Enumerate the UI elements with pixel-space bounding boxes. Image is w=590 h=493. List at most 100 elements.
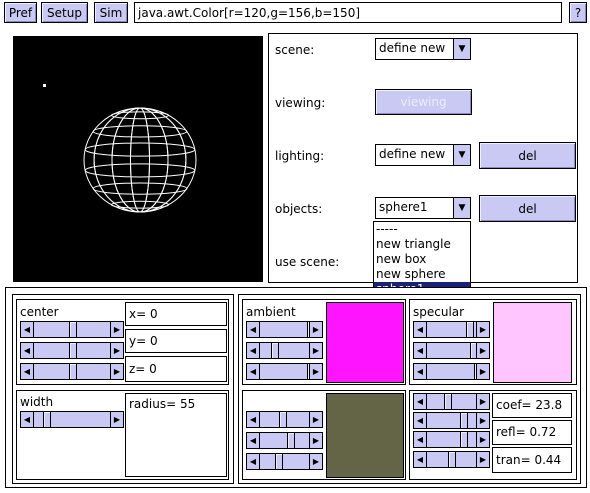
arrow-right-icon[interactable]: ▶ (309, 454, 322, 469)
arrow-right-icon[interactable]: ▶ (110, 343, 123, 358)
light-marker (43, 84, 46, 87)
arrow-left-icon[interactable]: ◀ (414, 413, 427, 428)
pref-button[interactable]: Pref (4, 2, 37, 23)
arrow-right-icon[interactable]: ▶ (476, 343, 489, 358)
scene-label: scene: (275, 43, 315, 57)
arrow-left-icon[interactable]: ◀ (21, 322, 34, 337)
dropdown-option[interactable]: ----- (374, 222, 470, 237)
tran-slider[interactable]: ◀ ▶ (413, 451, 490, 468)
arrow-left-icon[interactable]: ◀ (21, 364, 34, 379)
ambient-g-slider[interactable]: ◀ ▶ (246, 342, 323, 359)
arrow-right-icon[interactable]: ▶ (309, 343, 322, 358)
specular-color-swatch (493, 302, 572, 383)
arrow-right-icon[interactable]: ▶ (476, 413, 489, 428)
slider-thumb[interactable] (43, 412, 51, 427)
slider-thumb[interactable] (69, 343, 77, 358)
viewing-button[interactable]: viewing (375, 89, 472, 115)
arrow-left-icon[interactable]: ◀ (414, 432, 427, 447)
arrow-left-icon[interactable]: ◀ (247, 364, 260, 379)
ambient-cell: ambient ◀ ▶ ◀ ▶ ◀ ▶ (242, 299, 406, 385)
arrow-right-icon[interactable]: ▶ (476, 364, 489, 379)
arrow-right-icon[interactable]: ▶ (110, 412, 123, 427)
slider-thumb[interactable] (279, 412, 287, 427)
scene-select[interactable]: define new ▼ (375, 38, 471, 60)
slider-thumb[interactable] (69, 322, 77, 337)
render-viewport[interactable] (13, 36, 263, 282)
arrow-left-icon[interactable]: ◀ (414, 394, 427, 409)
chevron-down-icon[interactable]: ▼ (453, 145, 470, 165)
ambient-b-slider[interactable]: ◀ ▶ (246, 363, 323, 380)
arrow-left-icon[interactable]: ◀ (247, 454, 260, 469)
status-field[interactable]: java.awt.Color[r=120,g=156,b=150] (134, 2, 562, 23)
center-z-slider[interactable]: ◀ ▶ (20, 363, 124, 380)
dropdown-option[interactable]: new triangle (374, 237, 470, 252)
arrow-right-icon[interactable]: ▶ (476, 394, 489, 409)
sim-button[interactable]: Sim (94, 2, 128, 23)
arrow-right-icon[interactable]: ▶ (309, 364, 322, 379)
lighting-delete-button[interactable]: del (479, 142, 576, 169)
arrow-left-icon[interactable]: ◀ (414, 343, 427, 358)
y-value: y= 0 (125, 329, 227, 353)
coef-value: coef= 23.8 (492, 393, 572, 418)
help-button[interactable]: ? (569, 2, 587, 23)
arrow-left-icon[interactable]: ◀ (21, 412, 34, 427)
arrow-right-icon[interactable]: ▶ (110, 322, 123, 337)
slider-thumb[interactable] (466, 322, 474, 337)
slider-thumb[interactable] (271, 343, 279, 358)
ambient-color-swatch (326, 302, 404, 383)
x-value: x= 0 (125, 302, 227, 326)
slider-thumb[interactable] (444, 394, 452, 409)
viewing-label: viewing: (275, 96, 326, 110)
specular-r-slider[interactable]: ◀ ▶ (413, 321, 490, 338)
arrow-right-icon[interactable]: ▶ (476, 452, 489, 467)
diffuse-color-swatch (326, 393, 404, 478)
slider-thumb[interactable] (460, 432, 468, 447)
arrow-right-icon[interactable]: ▶ (110, 364, 123, 379)
arrow-left-icon[interactable]: ◀ (414, 322, 427, 337)
lighting-select[interactable]: define new ▼ (375, 144, 471, 166)
setup-button[interactable]: Setup (41, 2, 88, 23)
dropdown-option[interactable]: new sphere (374, 267, 470, 282)
refl-slider[interactable]: ◀ ▶ (413, 431, 490, 448)
center-x-slider[interactable]: ◀ ▶ (20, 321, 124, 338)
chevron-down-icon[interactable]: ▼ (453, 39, 470, 59)
diffuse-r-slider[interactable]: ◀ ▶ (246, 411, 323, 428)
arrow-left-icon[interactable]: ◀ (247, 322, 260, 337)
slider-thumb[interactable] (448, 452, 456, 467)
arrow-left-icon[interactable]: ◀ (247, 433, 260, 448)
arrow-left-icon[interactable]: ◀ (414, 364, 427, 379)
arrow-right-icon[interactable]: ▶ (476, 322, 489, 337)
diffuse-g-slider[interactable]: ◀ ▶ (246, 432, 323, 449)
center-y-slider[interactable]: ◀ ▶ (20, 342, 124, 359)
arrow-left-icon[interactable]: ◀ (414, 452, 427, 467)
width-label: width (20, 395, 54, 409)
use-scene-label: use scene: (275, 255, 340, 269)
slider-thumb[interactable] (275, 454, 283, 469)
arrow-right-icon[interactable]: ▶ (476, 432, 489, 447)
dropdown-option[interactable]: new box (374, 252, 470, 267)
diffuse-b-slider[interactable]: ◀ ▶ (246, 453, 323, 470)
refl-value: refl= 0.72 (492, 420, 572, 445)
specular-b-slider[interactable]: ◀ ▶ (413, 363, 490, 380)
chevron-down-icon[interactable]: ▼ (453, 198, 470, 218)
z-value: z= 0 (125, 356, 227, 382)
arrow-right-icon[interactable]: ▶ (309, 433, 322, 448)
arrow-right-icon[interactable]: ▶ (309, 322, 322, 337)
slider-thumb[interactable] (460, 413, 468, 428)
slider-thumb[interactable] (69, 364, 77, 379)
arrow-left-icon[interactable]: ◀ (247, 412, 260, 427)
arrow-left-icon[interactable]: ◀ (21, 343, 34, 358)
coef-fine-slider[interactable]: ◀ ▶ (413, 412, 490, 429)
ambient-r-slider[interactable]: ◀ ▶ (246, 321, 323, 338)
arrow-right-icon[interactable]: ▶ (309, 412, 322, 427)
slider-thumb[interactable] (287, 433, 295, 448)
objects-delete-button[interactable]: del (479, 195, 576, 222)
arrow-left-icon[interactable]: ◀ (247, 343, 260, 358)
center-label: center (20, 305, 59, 319)
specular-g-slider[interactable]: ◀ ▶ (413, 342, 490, 359)
objects-select[interactable]: sphere1 ▼ (375, 197, 471, 219)
width-slider[interactable]: ◀ ▶ (20, 411, 124, 428)
coef-slider[interactable]: ◀ ▶ (413, 393, 490, 410)
lighting-select-value: define new (379, 147, 446, 161)
center-cell: center ◀ ▶ ◀ ▶ ◀ ▶ x= 0 y= 0 z= 0 (16, 299, 229, 385)
